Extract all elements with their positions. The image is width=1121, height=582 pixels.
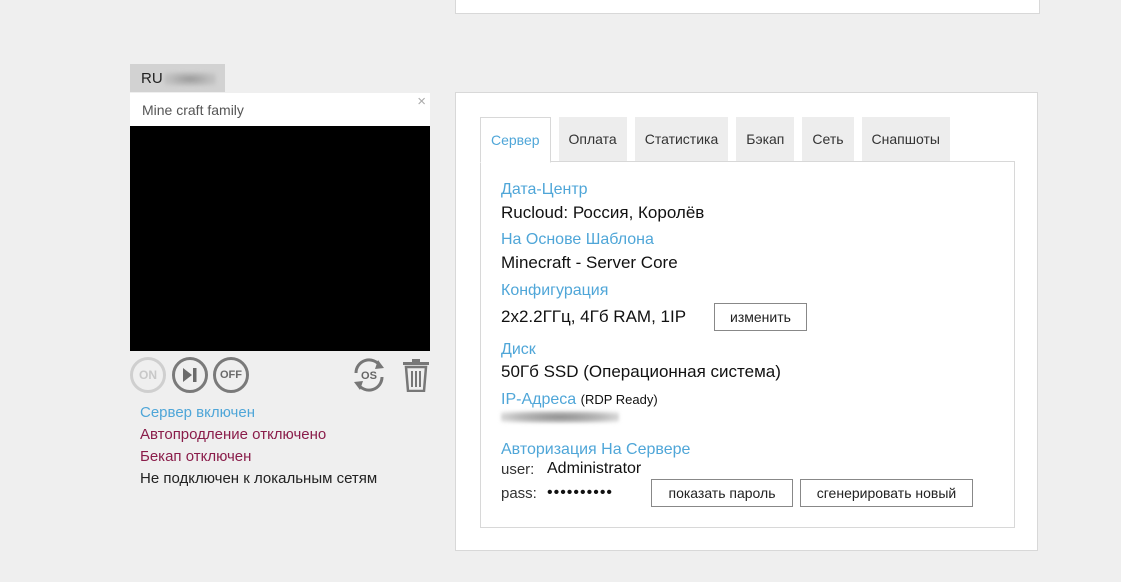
- close-icon[interactable]: ×: [417, 93, 426, 110]
- server-details-panel: Сервер Оплата Статистика Бэкап Сеть Снап…: [455, 92, 1038, 551]
- reinstall-os-label: OS: [361, 370, 377, 382]
- disk-value: 50Гб SSD (Операционная система): [501, 362, 781, 381]
- pass-value: ••••••••••: [547, 484, 614, 501]
- change-config-button[interactable]: изменить: [714, 303, 807, 331]
- server-status-list: Сервер включен Автопродление отключено Б…: [140, 402, 377, 490]
- ip-label-text: IP-Адреса: [501, 391, 577, 408]
- server-title-text: Mine craft family: [142, 102, 244, 118]
- ip-label: IP-Адреса (RDP Ready): [501, 391, 658, 409]
- server-tab-content: Дата-Центр Rucloud: Россия, Королёв На О…: [480, 161, 1015, 528]
- tab-payment[interactable]: Оплата: [558, 117, 627, 161]
- status-network: Не подключен к локальным сетям: [140, 470, 378, 487]
- user-value: Administrator: [547, 460, 642, 477]
- tab-network[interactable]: Сеть: [802, 117, 854, 161]
- tab-backup[interactable]: Бэкап: [736, 117, 795, 161]
- datacenter-label: Дата-Центр: [501, 181, 588, 198]
- power-off-label: OFF: [220, 369, 242, 381]
- power-on-button[interactable]: ON: [130, 357, 166, 393]
- power-off-button[interactable]: OFF: [213, 357, 249, 393]
- template-label: На Основе Шаблона: [501, 231, 654, 248]
- config-label: Конфигурация: [501, 282, 609, 299]
- server-name-tag: RU: [130, 64, 225, 92]
- datacenter-value: Rucloud: Россия, Королёв: [501, 203, 705, 222]
- show-password-button[interactable]: показать пароль: [651, 479, 793, 507]
- tab-statistics[interactable]: Статистика: [634, 117, 729, 161]
- reinstall-os-icon[interactable]: OS: [349, 355, 389, 395]
- generate-password-button[interactable]: сгенерировать новый: [800, 479, 973, 507]
- trash-icon[interactable]: [400, 358, 432, 392]
- console-screen[interactable]: [130, 126, 430, 351]
- server-card-title: Mine craft family ×: [130, 93, 430, 126]
- ip-rdp-note: (RDP Ready): [580, 392, 658, 407]
- user-key: user:: [501, 461, 535, 478]
- server-name-redacted: [163, 72, 216, 87]
- ip-address-redacted: [501, 411, 619, 423]
- details-tabs: Сервер Оплата Статистика Бэкап Сеть Снап…: [480, 117, 958, 163]
- auth-label: Авторизация На Сервере: [501, 441, 691, 458]
- status-server-on: Сервер включен: [140, 404, 255, 421]
- restart-button[interactable]: [172, 357, 208, 393]
- tab-server[interactable]: Сервер: [480, 117, 551, 163]
- previous-panel-edge: [455, 0, 1040, 14]
- server-name-prefix: RU: [141, 70, 163, 87]
- play-pause-icon: [183, 368, 197, 382]
- template-value: Minecraft - Server Core: [501, 253, 678, 272]
- power-on-label: ON: [139, 368, 157, 382]
- disk-label: Диск: [501, 341, 536, 358]
- pass-key: pass:: [501, 485, 537, 502]
- status-backup: Бекап отключен: [140, 448, 252, 465]
- status-autorenew: Автопродление отключено: [140, 426, 327, 443]
- config-value: 2x2.2ГГц, 4Гб RAM, 1IP: [501, 307, 687, 326]
- tab-snapshots[interactable]: Снапшоты: [861, 117, 950, 161]
